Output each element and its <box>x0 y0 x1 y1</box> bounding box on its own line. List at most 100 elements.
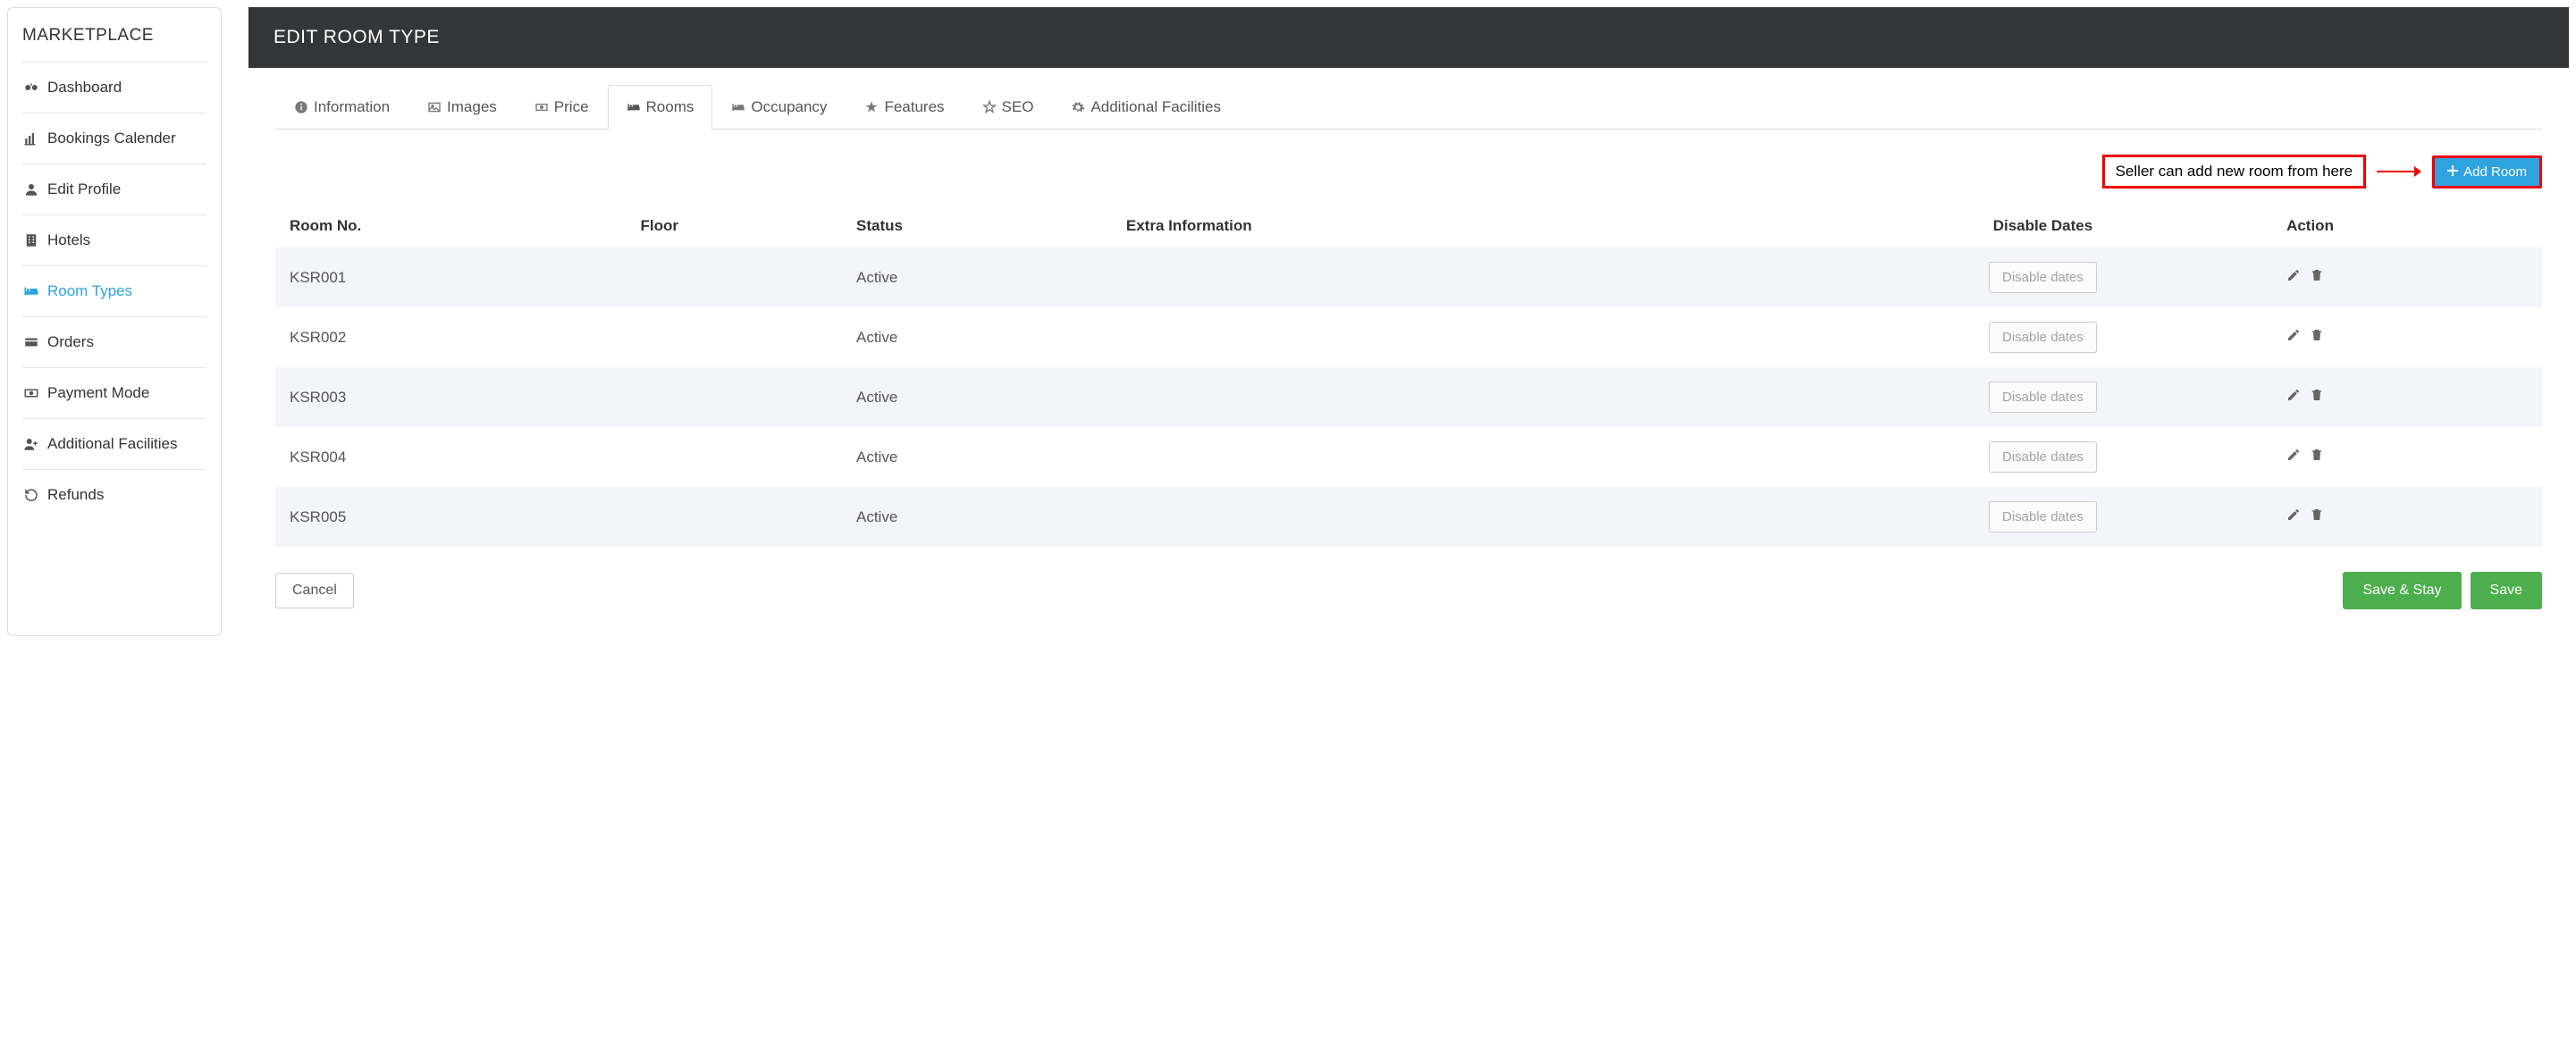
gear-icon <box>1071 100 1085 114</box>
trash-icon[interactable] <box>2310 268 2324 287</box>
trash-icon[interactable] <box>2310 388 2324 407</box>
disable-dates-button[interactable]: Disable dates <box>1989 501 2097 533</box>
sidebar-item-orders[interactable]: Orders <box>22 317 206 368</box>
tab-occupancy[interactable]: Occupancy <box>712 85 846 130</box>
edit-icon[interactable] <box>2286 388 2301 407</box>
sidebar-item-label: Additional Facilities <box>47 435 178 453</box>
edit-icon[interactable] <box>2286 268 2301 287</box>
tab-features[interactable]: Features <box>846 85 963 130</box>
col-extra: Extra Information <box>1112 205 1814 247</box>
sidebar-title: MARKETPLACE <box>22 21 206 63</box>
cell-floor <box>626 247 842 307</box>
table-row: KSR005 Active Disable dates <box>275 487 2542 547</box>
cell-action <box>2272 367 2542 427</box>
sidebar-item-edit-profile[interactable]: Edit Profile <box>22 164 206 215</box>
table-row: KSR001 Active Disable dates <box>275 247 2542 307</box>
edit-icon[interactable] <box>2286 328 2301 347</box>
tab-label: Information <box>314 98 390 116</box>
undo-icon <box>22 487 40 503</box>
user-plus-icon <box>22 436 40 452</box>
col-status: Status <box>842 205 1112 247</box>
tab-label: Features <box>884 98 944 116</box>
star-icon <box>864 100 879 114</box>
user-icon <box>22 181 40 197</box>
cell-room-no: KSR001 <box>275 247 626 307</box>
cell-disable: Disable dates <box>1814 427 2272 487</box>
tab-rooms[interactable]: Rooms <box>608 85 713 130</box>
cell-extra <box>1112 427 1814 487</box>
cell-status: Active <box>842 367 1112 427</box>
star-outline-icon <box>982 100 997 114</box>
sidebar-item-label: Orders <box>47 333 94 351</box>
cell-disable: Disable dates <box>1814 247 2272 307</box>
tab-label: Additional Facilities <box>1090 98 1221 116</box>
cell-disable: Disable dates <box>1814 307 2272 367</box>
tab-images[interactable]: Images <box>408 85 516 130</box>
tab-label: Images <box>447 98 497 116</box>
add-room-button[interactable]: Add Room <box>2432 155 2542 189</box>
cell-floor <box>626 427 842 487</box>
sidebar-item-bookings-calendar[interactable]: Bookings Calender <box>22 113 206 164</box>
edit-icon[interactable] <box>2286 448 2301 466</box>
cell-floor <box>626 367 842 427</box>
disable-dates-button[interactable]: Disable dates <box>1989 441 2097 473</box>
cell-status: Active <box>842 307 1112 367</box>
tab-price[interactable]: Price <box>516 85 608 130</box>
tabs: Information Images Price Rooms Occupancy <box>275 84 2542 130</box>
trash-icon[interactable] <box>2310 507 2324 526</box>
cell-floor <box>626 307 842 367</box>
cell-room-no: KSR005 <box>275 487 626 547</box>
sidebar-item-room-types[interactable]: Room Types <box>22 266 206 317</box>
dashboard-icon <box>22 80 40 96</box>
cell-extra <box>1112 307 1814 367</box>
disable-dates-button[interactable]: Disable dates <box>1989 262 2097 293</box>
bed-icon <box>22 283 40 299</box>
save-stay-button[interactable]: Save & Stay <box>2343 572 2461 609</box>
cell-status: Active <box>842 247 1112 307</box>
tab-information[interactable]: Information <box>275 85 408 130</box>
cell-action <box>2272 247 2542 307</box>
add-room-label: Add Room <box>2463 164 2527 180</box>
cancel-button[interactable]: Cancel <box>275 573 354 608</box>
cell-extra <box>1112 487 1814 547</box>
trash-icon[interactable] <box>2310 448 2324 466</box>
cell-action <box>2272 487 2542 547</box>
sidebar-item-refunds[interactable]: Refunds <box>22 470 206 520</box>
col-room-no: Room No. <box>275 205 626 247</box>
sidebar-item-label: Refunds <box>47 486 104 504</box>
tab-seo[interactable]: SEO <box>964 85 1053 130</box>
sidebar-item-dashboard[interactable]: Dashboard <box>22 63 206 113</box>
sidebar-item-label: Payment Mode <box>47 384 149 402</box>
sidebar-item-payment-mode[interactable]: Payment Mode <box>22 368 206 419</box>
cell-extra <box>1112 247 1814 307</box>
sidebar-item-label: Edit Profile <box>47 180 121 198</box>
rooms-table: Room No. Floor Status Extra Information … <box>275 205 2542 547</box>
cell-disable: Disable dates <box>1814 487 2272 547</box>
info-icon <box>294 100 308 114</box>
sidebar-item-label: Hotels <box>47 231 90 249</box>
cell-status: Active <box>842 487 1112 547</box>
edit-icon[interactable] <box>2286 507 2301 526</box>
cell-status: Active <box>842 427 1112 487</box>
cell-disable: Disable dates <box>1814 367 2272 427</box>
tab-label: SEO <box>1002 98 1034 116</box>
disable-dates-button[interactable]: Disable dates <box>1989 382 2097 413</box>
save-button[interactable]: Save <box>2471 572 2542 609</box>
price-icon <box>535 100 549 114</box>
money-icon <box>22 385 40 401</box>
cell-floor <box>626 487 842 547</box>
page-title: EDIT ROOM TYPE <box>248 7 2569 68</box>
col-floor: Floor <box>626 205 842 247</box>
tab-additional-facilities[interactable]: Additional Facilities <box>1052 85 1240 130</box>
sidebar-item-additional-facilities[interactable]: Additional Facilities <box>22 419 206 470</box>
tab-label: Price <box>554 98 589 116</box>
tab-label: Rooms <box>646 98 695 116</box>
sidebar: MARKETPLACE Dashboard Bookings Calender … <box>7 7 222 636</box>
annotation-callout: Seller can add new room from here <box>2102 155 2367 189</box>
cell-room-no: KSR002 <box>275 307 626 367</box>
sidebar-item-hotels[interactable]: Hotels <box>22 215 206 266</box>
trash-icon[interactable] <box>2310 328 2324 347</box>
disable-dates-button[interactable]: Disable dates <box>1989 322 2097 353</box>
credit-card-icon <box>22 334 40 350</box>
arrow-right-icon <box>2377 164 2421 179</box>
